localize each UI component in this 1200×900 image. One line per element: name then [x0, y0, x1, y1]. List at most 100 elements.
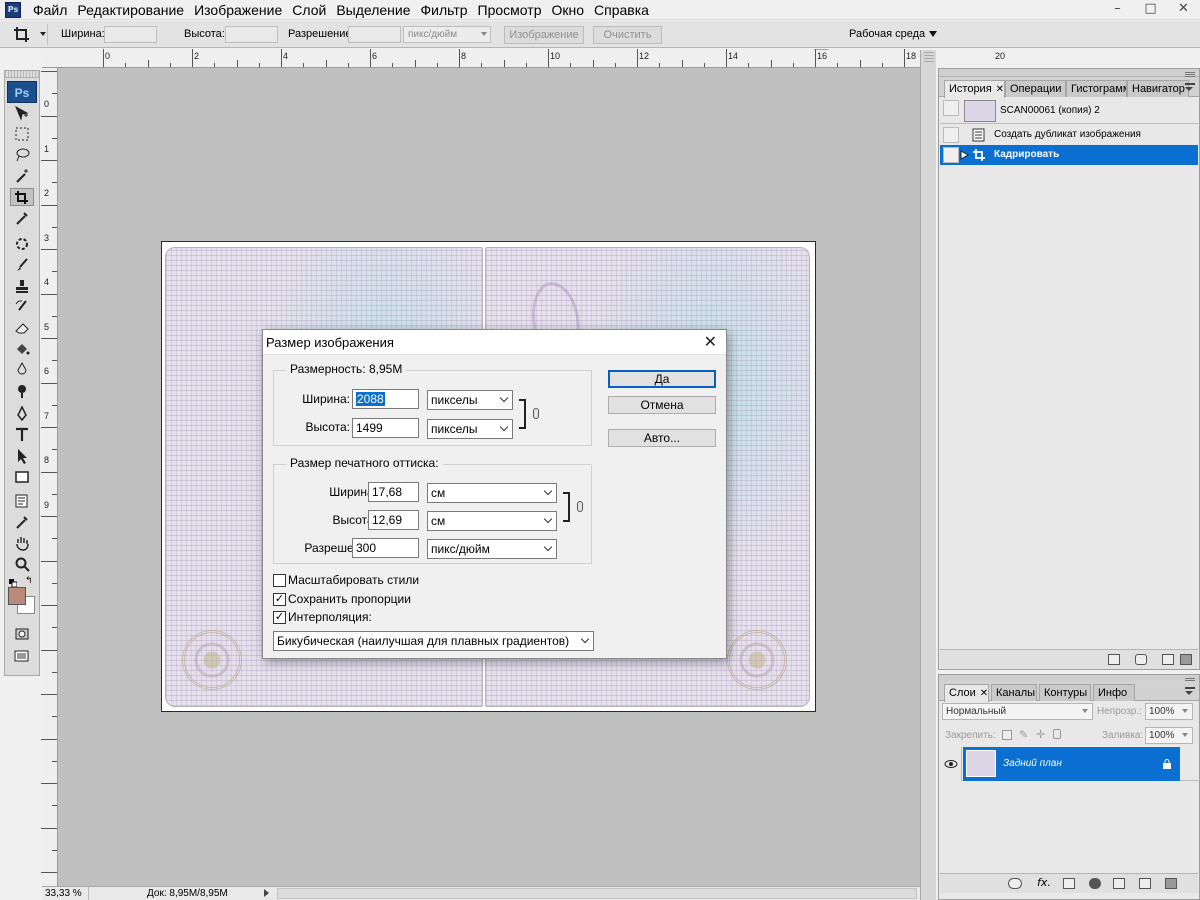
app-logo-icon[interactable]: Ps [5, 2, 21, 18]
visibility-toggle[interactable] [940, 747, 962, 781]
blur-tool[interactable] [11, 361, 33, 379]
blend-mode-select[interactable]: Нормальный [942, 703, 1093, 720]
notes-tool[interactable] [11, 492, 33, 510]
option-width-input[interactable] [104, 26, 157, 43]
hand-tool[interactable] [11, 534, 33, 552]
path-selection-tool[interactable] [11, 447, 33, 465]
zoom-level[interactable]: 33,33 % [45, 887, 89, 900]
constrain-proportions-checkbox[interactable]: ✓ [273, 593, 286, 606]
menu-edit[interactable]: Редактирование [72, 2, 189, 19]
camera-snapshot-icon[interactable] [1135, 654, 1147, 665]
tab-histogram[interactable]: Гистограмма [1066, 80, 1127, 97]
history-step[interactable]: Создать дубликат изображения [940, 125, 1198, 145]
doc-height-unit-select[interactable]: см [427, 511, 557, 531]
menu-file[interactable]: Файл [28, 2, 72, 19]
type-tool[interactable] [11, 426, 33, 444]
brush-tool[interactable] [11, 256, 33, 274]
close-window-button[interactable]: ✕ [1167, 0, 1200, 20]
scale-styles-checkbox[interactable] [273, 574, 286, 587]
swap-colors-icon[interactable]: ↰ [25, 576, 33, 586]
fx-icon[interactable]: fx. [1037, 876, 1051, 889]
marquee-tool[interactable] [11, 125, 33, 143]
opacity-input[interactable]: 100% [1145, 703, 1193, 720]
pen-tool[interactable] [11, 405, 33, 423]
magic-wand-tool[interactable] [11, 167, 33, 185]
sampler-tool[interactable] [11, 513, 33, 531]
toolbox-grip[interactable] [5, 71, 39, 78]
pixel-width-input[interactable]: 2088 [352, 389, 419, 409]
close-icon[interactable]: ✕ [704, 333, 717, 351]
panel-grip[interactable] [939, 69, 1199, 77]
lock-transparency-icon[interactable] [1002, 730, 1012, 740]
option-height-input[interactable] [225, 26, 278, 43]
resample-option[interactable]: ✓ Интерполяция: [273, 610, 473, 626]
layer-row[interactable]: Задний план [940, 747, 1198, 781]
resample-method-select[interactable]: Бикубическая (наилучшая для плавных град… [273, 631, 594, 651]
history-snapshot[interactable]: SCAN00061 (копия) 2 [940, 98, 1198, 124]
quick-mask-tool[interactable] [11, 625, 33, 643]
zoom-tool[interactable] [11, 555, 33, 573]
menu-help[interactable]: Справка [589, 2, 654, 19]
history-step-selected[interactable]: Кадрировать [940, 145, 1198, 165]
doc-width-unit-select[interactable]: см [427, 483, 557, 503]
new-layer-icon[interactable] [1139, 878, 1151, 889]
menu-image[interactable]: Изображение [189, 2, 287, 19]
tab-navigator[interactable]: Навигатор [1127, 80, 1189, 97]
menu-filter[interactable]: Фильтр [416, 2, 473, 19]
tab-history[interactable]: История ✕ [944, 80, 1005, 98]
eraser-tool[interactable] [11, 319, 33, 337]
scale-styles-option[interactable]: Масштабировать стили [273, 573, 473, 589]
tool-preset-picker[interactable] [4, 24, 48, 45]
history-brush-tool[interactable] [11, 298, 33, 316]
resolution-unit-select[interactable]: пикс/дюйм [427, 539, 557, 559]
auto-button[interactable]: Авто... [608, 429, 716, 447]
resolution-input[interactable]: 300 [352, 538, 419, 558]
layer-name[interactable]: Задний план [1003, 747, 1062, 781]
snapshot-source-icon[interactable] [943, 100, 959, 116]
move-tool[interactable] [11, 105, 33, 123]
option-resolution-input[interactable] [348, 26, 401, 43]
tab-layers[interactable]: Слои ✕ [944, 684, 989, 702]
menu-view[interactable]: Просмотр [473, 2, 547, 19]
pixel-height-unit-select[interactable]: пикселы [427, 419, 513, 439]
doc-height-input[interactable]: 12,69 [368, 510, 419, 530]
lock-all-icon[interactable] [1053, 729, 1061, 739]
lock-pixels-icon[interactable]: ✎ [1019, 728, 1028, 741]
layer-body[interactable]: Задний план [963, 747, 1180, 781]
tab-actions[interactable]: Операции [1005, 80, 1066, 97]
history-source-checkbox[interactable] [943, 147, 959, 163]
dock-grip[interactable] [924, 50, 934, 62]
workspace-menu[interactable]: Рабочая среда [849, 28, 938, 40]
minimize-button[interactable]: – [1101, 0, 1134, 20]
fill-input[interactable]: 100% [1145, 727, 1193, 744]
new-layer-icon[interactable] [1162, 654, 1174, 665]
screen-mode-tool[interactable] [11, 647, 33, 665]
close-icon[interactable]: ✕ [996, 84, 1004, 95]
front-image-button[interactable]: Изображение [504, 26, 584, 44]
doc-width-input[interactable]: 17,68 [368, 482, 419, 502]
tab-info[interactable]: Инфо [1093, 684, 1135, 701]
option-resolution-unit-select[interactable]: пикс/дюйм [403, 26, 491, 43]
new-document-from-state-icon[interactable] [1108, 654, 1120, 665]
default-colors-icon[interactable] [9, 577, 18, 588]
foreground-color-swatch[interactable] [8, 587, 26, 605]
menu-layer[interactable]: Слой [287, 2, 331, 19]
dialog-titlebar[interactable]: Размер изображения ✕ [263, 330, 726, 355]
clear-button[interactable]: Очистить [593, 26, 662, 44]
constrain-proportions-option[interactable]: ✓ Сохранить пропорции [273, 592, 473, 608]
dodge-tool[interactable] [11, 382, 33, 400]
close-icon[interactable]: ✕ [980, 688, 988, 699]
eyedropper-tool[interactable] [11, 209, 33, 227]
link-layers-icon[interactable] [1008, 878, 1022, 889]
trash-icon[interactable] [1165, 878, 1177, 889]
trash-icon[interactable] [1180, 654, 1192, 665]
restore-button[interactable]: □ [1134, 0, 1167, 20]
ruler-top[interactable]: 0 2 4 6 8 10 12 14 16 18 20 [42, 49, 1005, 68]
cancel-button[interactable]: Отмена [608, 396, 716, 414]
history-source-checkbox[interactable] [943, 127, 959, 143]
adjustment-layer-icon[interactable] [1089, 878, 1101, 889]
menu-window[interactable]: Окно [546, 2, 589, 19]
panel-menu-icon[interactable] [1185, 83, 1195, 91]
menu-select[interactable]: Выделение [331, 2, 415, 19]
add-mask-icon[interactable] [1063, 878, 1075, 889]
